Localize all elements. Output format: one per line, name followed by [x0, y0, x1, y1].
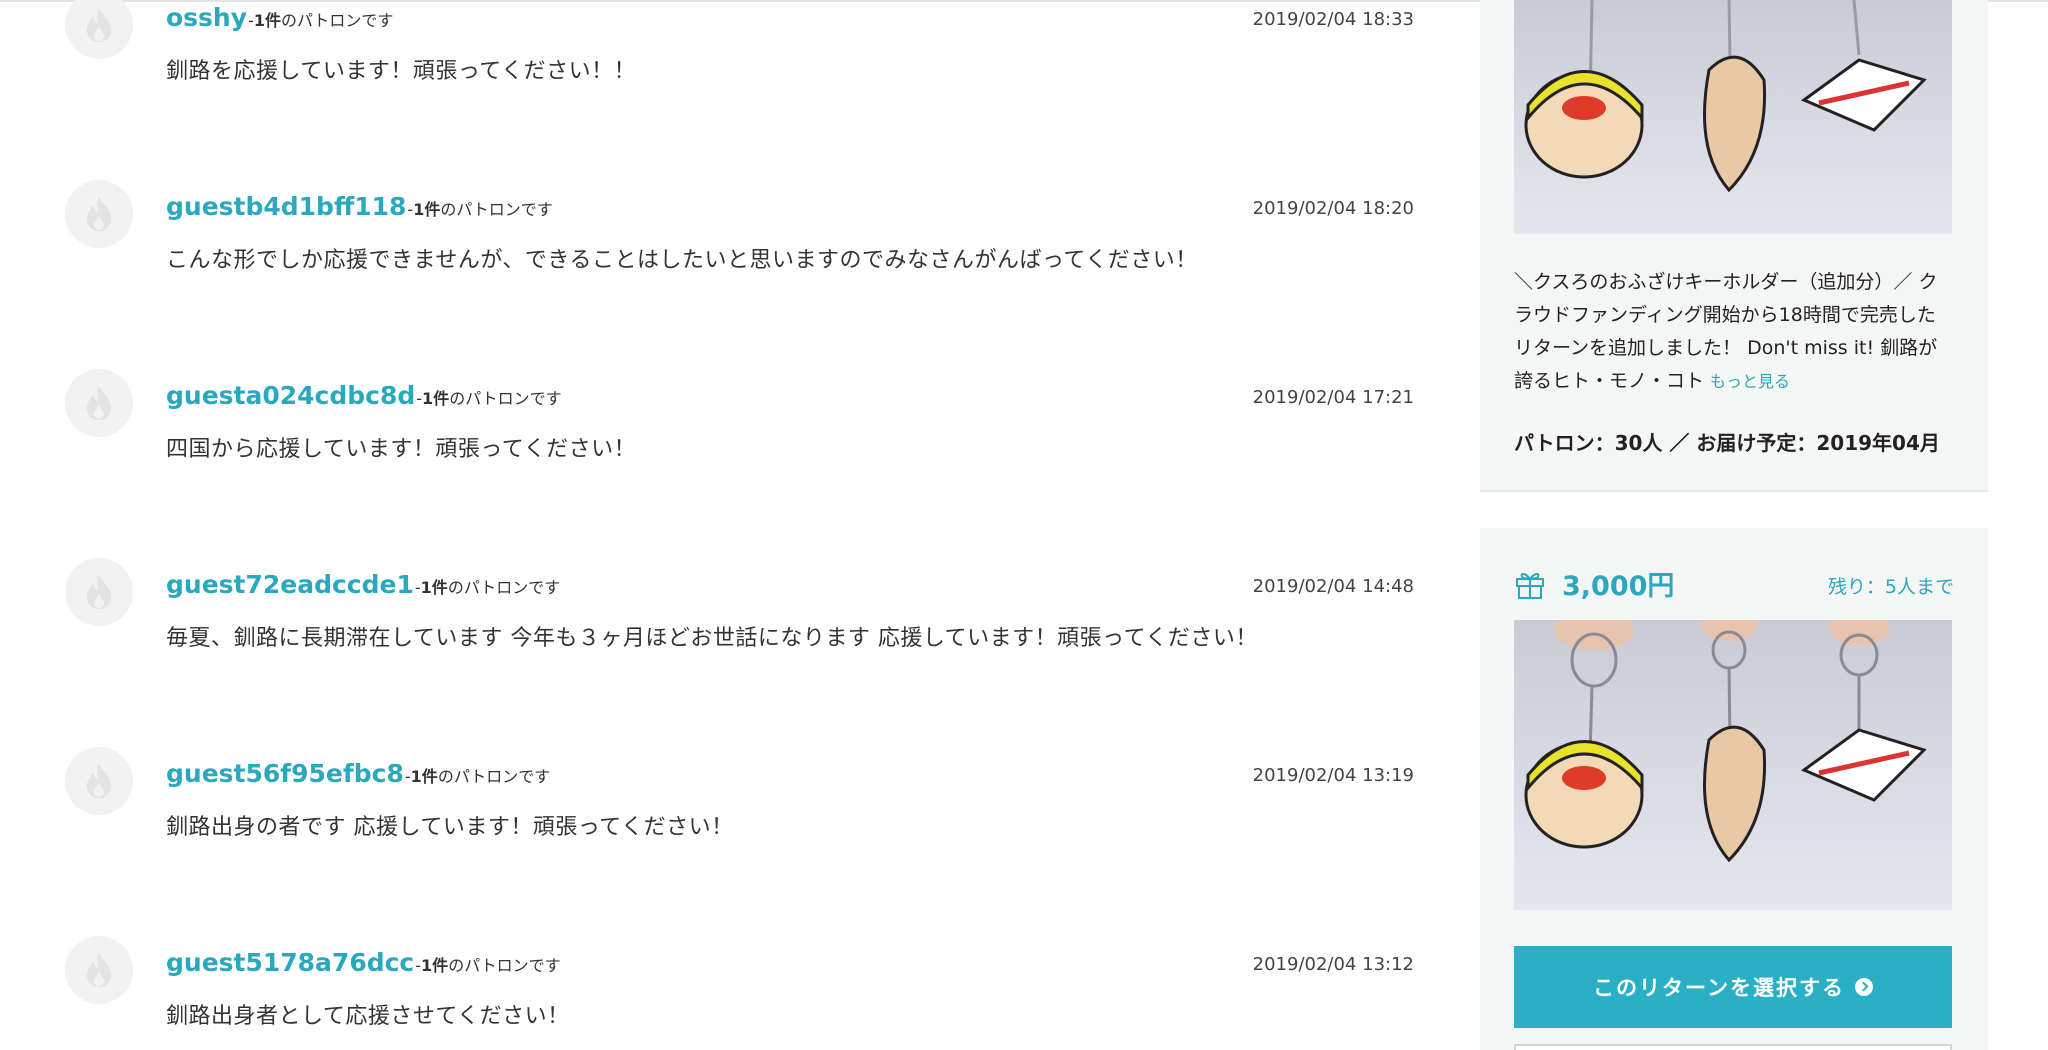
- reward-sidebar: ＼クスろのおふざけキーホルダー（追加分）／ クラウドファンディング開始から18時…: [1480, 0, 1988, 1050]
- comment-username[interactable]: guestb4d1bff118: [166, 192, 406, 221]
- comment-username[interactable]: guesta024cdbc8d: [166, 381, 415, 410]
- reward-price-row: 3,000円 残り：5人まで: [1514, 564, 1954, 604]
- reward-card[interactable]: 3,000円 残り：5人まで このリターンを選択する: [1480, 528, 1988, 1050]
- avatar[interactable]: [65, 747, 133, 815]
- comment-date: 2019/02/04 18:33: [1252, 9, 1414, 30]
- reward-description: ＼クスろのおふざけキーホルダー（追加分）／ クラウドファンディング開始から18時…: [1514, 271, 1938, 392]
- comment-text: 釧路を応援しています！頑張ってください！！: [166, 59, 637, 84]
- flame-icon: [87, 575, 111, 609]
- comment-header: guestb4d1bff118 -1件のパトロンです: [166, 192, 553, 226]
- avatar[interactable]: [65, 180, 133, 248]
- comment-date: 2019/02/04 17:21: [1252, 387, 1414, 408]
- comment-item: guest72eadccde1 -1件のパトロンです 2019/02/04 14…: [0, 558, 1440, 759]
- comment-patron-count: -1件のパトロンです: [248, 11, 394, 30]
- avatar[interactable]: [65, 558, 133, 626]
- comment-username[interactable]: osshy: [166, 3, 247, 32]
- comment-item: guest5178a76dcc -1件のパトロンです 2019/02/04 13…: [0, 936, 1440, 1050]
- comment-date: 2019/02/04 13:12: [1252, 954, 1414, 975]
- avatar[interactable]: [65, 369, 133, 437]
- comment-header: guesta024cdbc8d -1件のパトロンです: [166, 381, 562, 415]
- comment-username[interactable]: guest5178a76dcc: [166, 948, 414, 977]
- comment-patron-count: -1件のパトロンです: [414, 578, 561, 597]
- comment-header: guest56f95efbc8 -1件のパトロンです: [166, 759, 550, 793]
- comment-text: 四国から応援しています！頑張ってください！: [166, 437, 637, 462]
- comment-text: 釧路出身の者です 応援しています！頑張ってください！: [166, 815, 734, 840]
- gift-icon: [1516, 573, 1544, 599]
- avatar[interactable]: [65, 0, 133, 59]
- select-reward-label: このリターンを選択する: [1593, 976, 1845, 1000]
- flame-icon: [87, 8, 111, 42]
- comment-item: guesta024cdbc8d -1件のパトロンです 2019/02/04 17…: [0, 369, 1440, 570]
- reward-remaining: 残り：5人まで: [1827, 576, 1954, 598]
- flame-icon: [87, 764, 111, 798]
- select-reward-button[interactable]: このリターンを選択する: [1514, 946, 1952, 1028]
- flame-icon: [87, 953, 111, 987]
- comment-text: 釧路出身者として応援させてください！: [166, 1004, 570, 1029]
- reward-photo: [1514, 0, 1952, 234]
- arrow-circle-right-icon: [1854, 978, 1873, 996]
- comment-username[interactable]: guest72eadccde1: [166, 570, 414, 599]
- patron-comment-list: osshy -1件のパトロンです 2019/02/04 18:33 釧路を応援し…: [0, 0, 1440, 1050]
- comment-header: osshy -1件のパトロンです: [166, 3, 393, 37]
- avatar[interactable]: [65, 936, 133, 1004]
- next-button-edge[interactable]: [1514, 1044, 1952, 1050]
- flame-icon: [87, 197, 111, 231]
- reward-card-prev[interactable]: ＼クスろのおふざけキーホルダー（追加分）／ クラウドファンディング開始から18時…: [1480, 0, 1988, 492]
- comment-header: guest5178a76dcc -1件のパトロンです: [166, 948, 561, 982]
- comment-patron-count: -1件のパトロンです: [416, 389, 562, 408]
- comment-patron-count: -1件のパトロンです: [404, 767, 551, 786]
- reward-price: 3,000円: [1562, 571, 1675, 602]
- reward-photo: [1514, 620, 1952, 910]
- comment-header: guest72eadccde1 -1件のパトロンです: [166, 570, 560, 604]
- reward-stats: パトロン：30人 ／ お届け予定：2019年04月: [1514, 431, 1940, 455]
- comment-date: 2019/02/04 18:20: [1252, 198, 1414, 219]
- flame-icon: [87, 386, 111, 420]
- comment-patron-count: -1件のパトロンです: [415, 956, 561, 975]
- comment-item: guest56f95efbc8 -1件のパトロンです 2019/02/04 13…: [0, 747, 1440, 948]
- comment-item: guestb4d1bff118 -1件のパトロンです 2019/02/04 18…: [0, 180, 1440, 381]
- comment-text: こんな形でしか応援できませんが、できることはしたいと思いますのでみなさんがんばっ…: [166, 248, 1198, 273]
- comment-patron-count: -1件のパトロンです: [407, 200, 553, 219]
- comment-username[interactable]: guest56f95efbc8: [166, 759, 404, 788]
- comment-text: 毎夏、釧路に長期滞在しています 今年も３ヶ月ほどお世話になります 応援しています…: [166, 626, 1258, 651]
- comment-item: osshy -1件のパトロンです 2019/02/04 18:33 釧路を応援し…: [0, 0, 1440, 192]
- comment-date: 2019/02/04 13:19: [1252, 765, 1414, 786]
- more-link[interactable]: もっと見る: [1710, 372, 1790, 391]
- comment-date: 2019/02/04 14:48: [1252, 576, 1414, 597]
